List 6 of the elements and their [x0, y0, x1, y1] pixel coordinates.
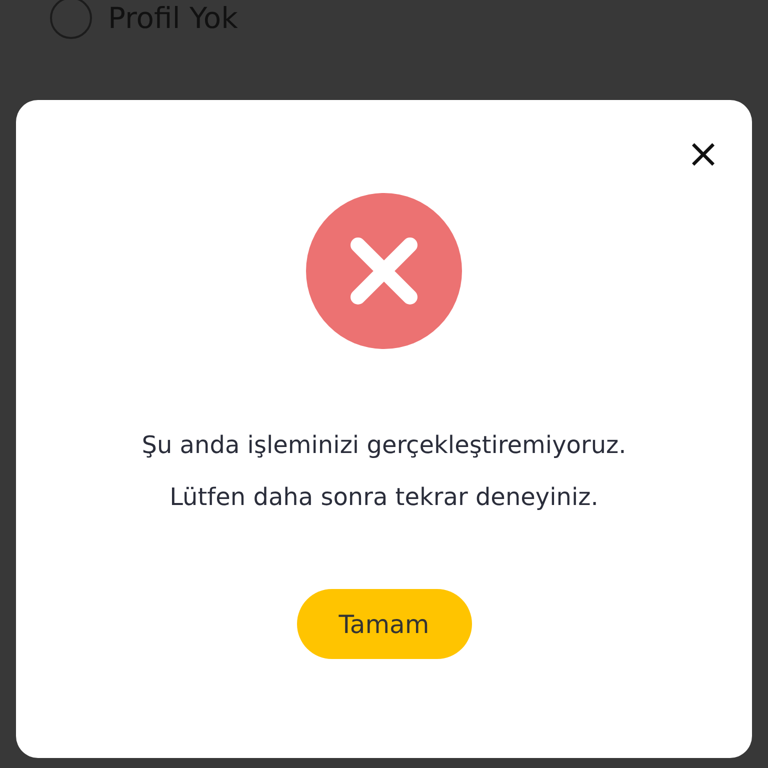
radio-button[interactable] [50, 0, 92, 39]
error-icon [306, 193, 462, 349]
error-message: Lütfen daha sonra tekrar deneyiniz. [168, 482, 600, 513]
error-message: Şu anda işleminizi gerçekleştiremiyoruz. [142, 430, 626, 461]
close-button[interactable]: × [686, 136, 720, 172]
ok-button[interactable]: Tamam [296, 589, 472, 659]
